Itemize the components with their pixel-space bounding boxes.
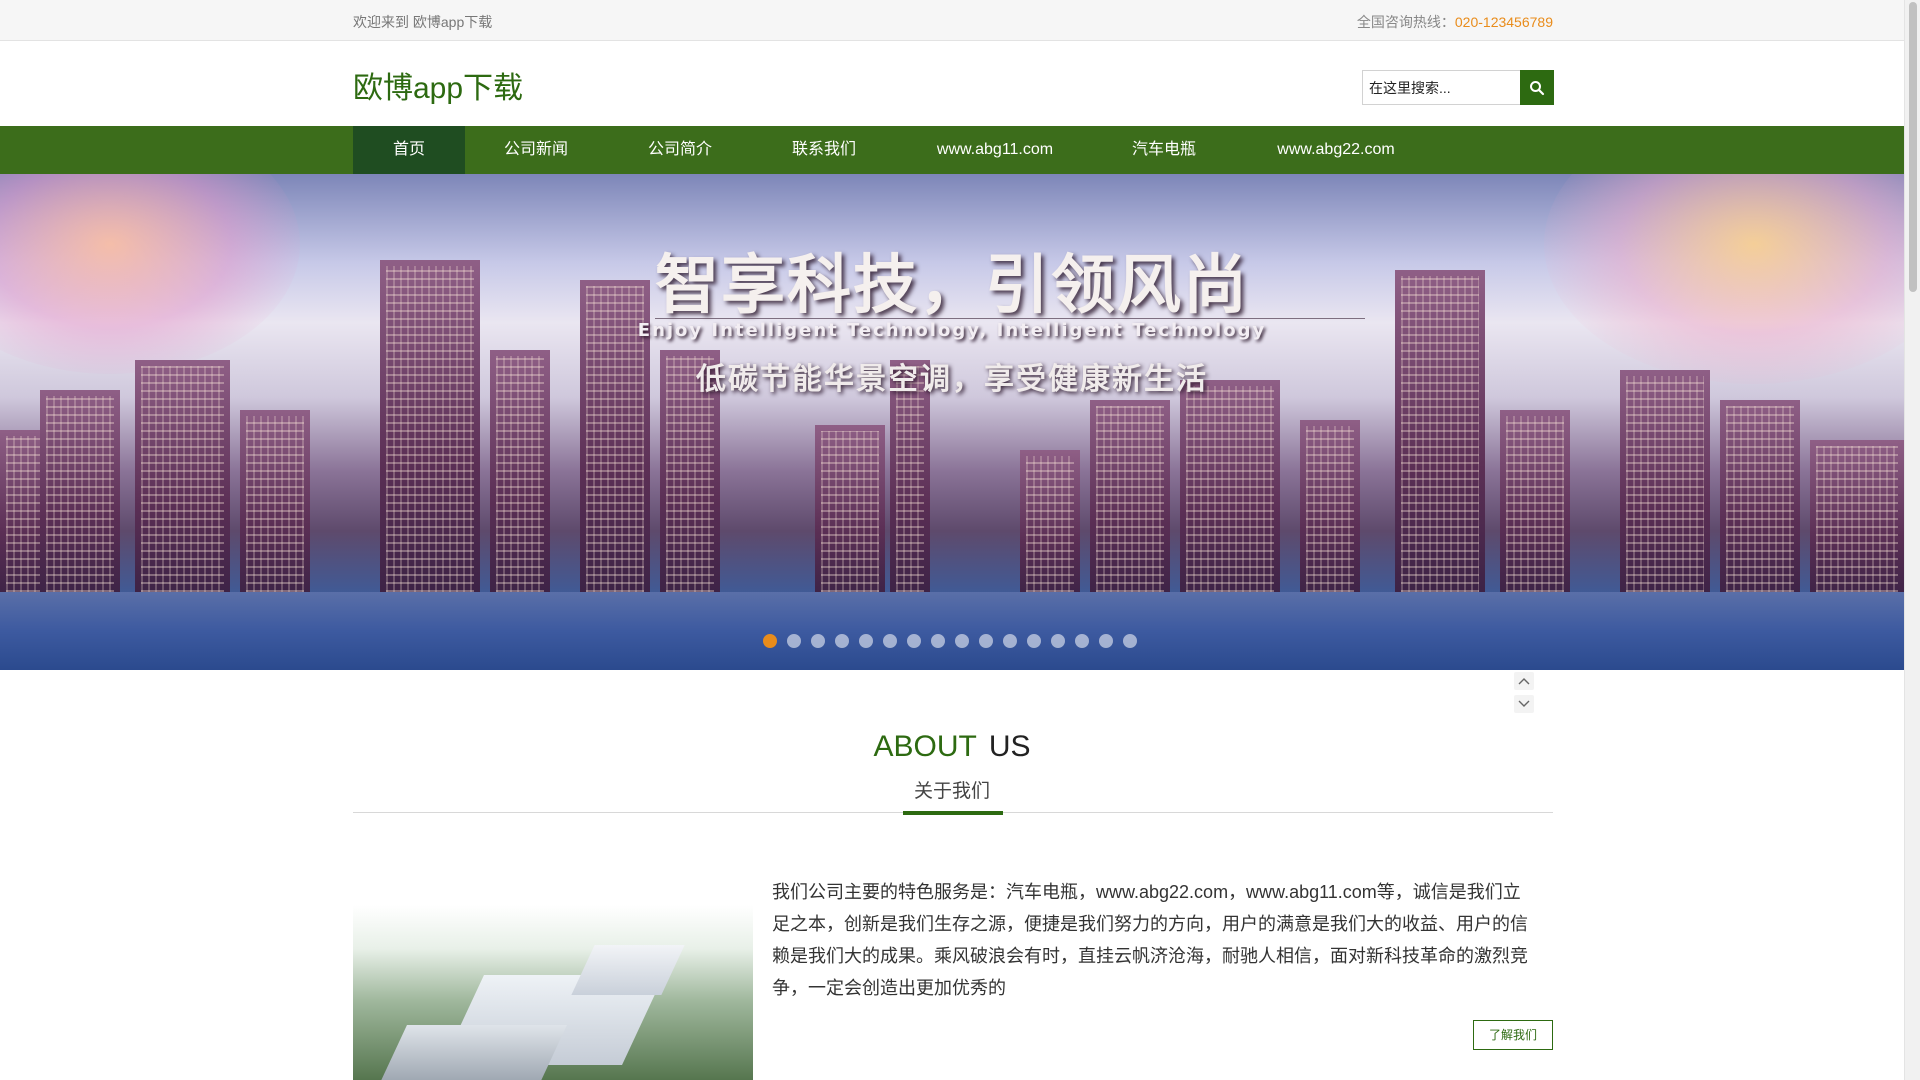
banner-building [1090,400,1170,600]
slider-dot[interactable] [979,634,993,648]
scrollbar-thumb[interactable] [1909,2,1917,292]
slider-dot[interactable] [1027,634,1041,648]
banner-subline-cn: 低碳节能华景空调，享受健康新生活 [696,362,1208,397]
site-header: 欧博app下载 [0,41,1904,126]
nav-item-contact[interactable]: 联系我们 [767,126,881,174]
about-divider-accent [903,811,1003,815]
about-title: ABOUT US [0,730,1904,764]
main-nav: 首页 公司新闻 公司简介 联系我们 www.abg11.com 汽车电瓶 www… [0,126,1904,174]
slider-dot[interactable] [787,634,801,648]
chevron-down-icon [1518,700,1530,707]
banner-building [1180,380,1280,600]
slider-dot[interactable] [811,634,825,648]
nav-item-news[interactable]: 公司新闻 [479,126,593,174]
search-button[interactable] [1520,70,1554,105]
image-building-back [571,945,685,995]
banner-building [815,425,885,600]
top-bar: 欢迎来到 欧博app下载 全国咨询热线：020-123456789 [0,0,1904,41]
banner-headline: 智享科技，引领风尚 [655,248,1249,323]
banner-building [40,390,120,600]
search-input[interactable] [1362,70,1520,105]
company-building-image [353,905,753,1080]
slider-dot[interactable] [763,634,777,648]
nav-item-home[interactable]: 首页 [353,126,465,174]
about-title-en-1: ABOUT [873,730,977,763]
slider-dot[interactable] [907,634,921,648]
welcome-text: 欢迎来到 欧博app下载 [353,14,493,30]
slider-dot[interactable] [859,634,873,648]
slider-dot[interactable] [1099,634,1113,648]
slider-dot[interactable] [835,634,849,648]
image-building-front [379,1025,567,1080]
banner-divider [655,318,1365,319]
hotline-number[interactable]: 020-123456789 [1455,14,1553,30]
nav-item-abg22[interactable]: www.abg22.com [1256,126,1416,174]
slider-dot[interactable] [1051,634,1065,648]
banner-subline-en: Enjoy Intelligent Technology, Intelligen… [637,320,1267,341]
site-logo[interactable]: 欧博app下载 [353,63,523,107]
banner-building [1300,420,1360,600]
nav-item-about[interactable]: 公司简介 [623,126,737,174]
page-scrollbar[interactable] [1904,0,1920,1080]
banner-building [1500,410,1570,600]
about-subtitle: 关于我们 [913,781,990,802]
hotline-label: 全国咨询热线： [1356,14,1455,30]
slider-dot[interactable] [1075,634,1089,648]
about-title-en-2: US [988,730,1031,763]
learn-more-button[interactable]: 了解我们 [1473,1020,1553,1050]
banner-water [0,592,1904,670]
scroll-up-button[interactable] [1514,672,1534,690]
banner-building [1720,400,1800,600]
scroll-down-button[interactable] [1514,695,1534,713]
chevron-up-icon [1518,678,1530,685]
slider-dots [763,634,1137,648]
banner-building [1020,450,1080,600]
banner-building [240,410,310,600]
slider-dot[interactable] [1003,634,1017,648]
hero-banner[interactable]: 智享科技，引领风尚 Enjoy Intelligent Technology, … [0,174,1904,670]
slider-dot[interactable] [1123,634,1137,648]
search-icon [1530,80,1545,95]
nav-item-abg11[interactable]: www.abg11.com [915,126,1075,174]
hotline: 全国咨询热线：020-123456789 [1357,12,1553,32]
about-body: 我们公司主要的特色服务是：汽车电瓶，www.abg22.com，www.abg1… [772,882,1528,998]
banner-building [1810,440,1904,600]
search-box [1362,70,1554,105]
slider-dot[interactable] [931,634,945,648]
slider-dot[interactable] [883,634,897,648]
banner-building [1620,370,1710,600]
slider-dot[interactable] [955,634,969,648]
nav-item-car-battery[interactable]: 汽车电瓶 [1107,126,1221,174]
